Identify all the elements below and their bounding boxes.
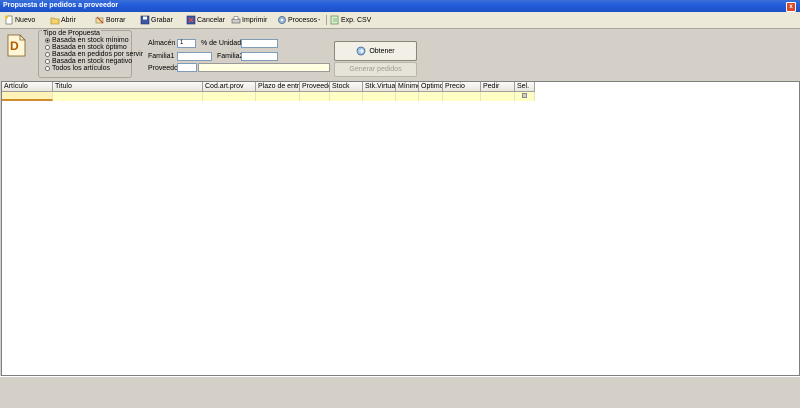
radio-button[interactable] [45, 59, 50, 64]
radio-label: Basada en stock mínimo [52, 37, 129, 44]
open-folder-icon [50, 15, 60, 25]
radio-pedidos-servir[interactable]: Basada en pedidos por servir [45, 51, 143, 58]
tipo-propuesta-legend: Tipo de Propuesta [42, 30, 101, 37]
col-header-plazo-entrega[interactable]: Plazo de entrega [256, 82, 300, 92]
sel-checkbox[interactable] [522, 93, 527, 98]
imprimir-button[interactable]: Imprimir [231, 14, 267, 26]
radio-stock-minimo[interactable]: Basada en stock mínimo [45, 37, 129, 44]
almacen-input[interactable]: 1 [177, 39, 196, 48]
familia2-input[interactable] [241, 52, 278, 61]
radio-button[interactable] [45, 52, 50, 57]
radio-label: Todos los artículos [52, 65, 110, 72]
cell-stock[interactable] [330, 92, 363, 101]
cell-pedir[interactable] [481, 92, 515, 101]
obtener-button[interactable]: Obtener [334, 41, 417, 61]
col-header-precio[interactable]: Precio [443, 82, 481, 92]
radio-label: Basada en stock negativo [52, 58, 133, 65]
nuevo-label: Nuevo [15, 16, 36, 24]
window-titlebar: Propuesta de pedidos a proveedor x [0, 0, 800, 12]
obtain-icon [356, 46, 366, 56]
cell-stk-virtual[interactable] [363, 92, 396, 101]
borrar-button[interactable]: Borrar [95, 14, 125, 26]
dash-label: - [318, 16, 321, 24]
export-csv-label: Exp. CSV [341, 16, 372, 24]
radio-stock-optimo[interactable]: Basada en stock óptimo [45, 44, 127, 51]
tipo-propuesta-group: Tipo de Propuesta Basada en stock mínimo… [38, 30, 143, 78]
export-csv-button[interactable]: Exp. CSV [330, 14, 371, 26]
process-gear-icon [277, 15, 287, 25]
col-header-proveedor[interactable]: Proveedor [300, 82, 330, 92]
almacen-label: Almacén [148, 40, 176, 47]
cell-optimo[interactable] [419, 92, 443, 101]
pedidos-grid[interactable]: Artículo Titulo Cod.art.prov Plazo de en… [1, 81, 800, 376]
generar-pedidos-button[interactable]: Generar pedidos [334, 62, 417, 77]
toolbar-separator [326, 15, 327, 25]
familia1-input[interactable] [177, 52, 212, 61]
export-csv-icon [330, 15, 340, 25]
col-header-sel[interactable]: Sel. [515, 82, 535, 92]
toolbar-dash: - [318, 14, 320, 26]
cell-titulo[interactable] [53, 92, 203, 101]
window-title: Propuesta de pedidos a proveedor [3, 2, 119, 9]
grabar-label: Grabar [151, 16, 173, 24]
table-row[interactable] [2, 92, 535, 101]
procesos-label: Procesos [288, 16, 318, 24]
cell-articulo[interactable] [2, 92, 53, 101]
svg-text:D: D [10, 39, 19, 53]
borrar-label: Borrar [106, 16, 126, 24]
col-header-articulo[interactable]: Artículo [2, 82, 53, 92]
radio-stock-negativo[interactable]: Basada en stock negativo [45, 58, 132, 65]
col-header-optimo[interactable]: Óptimo [419, 82, 443, 92]
delete-icon [95, 15, 105, 25]
generar-pedidos-label: Generar pedidos [349, 66, 402, 73]
close-window-button[interactable]: x [786, 2, 796, 12]
col-header-titulo[interactable]: Titulo [53, 82, 203, 92]
unidades-input[interactable] [241, 39, 278, 48]
familia2-label: Familia2 [217, 53, 244, 60]
abrir-button[interactable]: Abrir [50, 14, 76, 26]
grabar-button[interactable]: Grabar [140, 14, 173, 26]
proveedor-name-field [198, 63, 330, 72]
cell-proveedor[interactable] [300, 92, 330, 101]
cancel-icon [186, 15, 196, 25]
cell-plazo-entrega[interactable] [256, 92, 300, 101]
radio-label: Basada en pedidos por servir [52, 51, 144, 58]
grid-header: Artículo Titulo Cod.art.prov Plazo de en… [2, 82, 535, 92]
proveedor-code-input[interactable] [177, 63, 197, 72]
cell-precio[interactable] [443, 92, 481, 101]
obtener-label: Obtener [369, 47, 395, 55]
nuevo-button[interactable]: Nuevo [4, 14, 35, 26]
radio-todos-articulos[interactable]: Todos los artículos [45, 65, 110, 72]
new-document-icon [4, 15, 14, 25]
app-logo: D [7, 33, 26, 57]
radio-label: Basada en stock óptimo [52, 44, 127, 51]
col-header-stk-virtual[interactable]: Stk.Virtual [363, 82, 396, 92]
abrir-label: Abrir [61, 16, 76, 24]
col-header-cod-art-prov[interactable]: Cod.art.prov [203, 82, 256, 92]
radio-button[interactable] [45, 66, 50, 71]
familia1-label: Familia1 [148, 53, 175, 60]
imprimir-label: Imprimir [242, 16, 268, 24]
status-bar [0, 376, 800, 408]
cancelar-label: Cancelar [197, 16, 226, 24]
printer-icon [231, 15, 241, 25]
radio-button[interactable] [45, 45, 50, 50]
col-header-stock[interactable]: Stock [330, 82, 363, 92]
cell-minimo[interactable] [396, 92, 419, 101]
toolbar: Nuevo Abrir Borrar Grabar Cancelar Impri… [0, 12, 800, 29]
col-header-minimo[interactable]: Mínimo [396, 82, 419, 92]
radio-button[interactable] [45, 38, 50, 43]
cell-cod-art-prov[interactable] [203, 92, 256, 101]
cancelar-button[interactable]: Cancelar [186, 14, 225, 26]
cell-sel[interactable] [515, 92, 535, 101]
save-disk-icon [140, 15, 150, 25]
proveedor-label: Proveedor [148, 65, 181, 72]
col-header-pedir[interactable]: Pedir [481, 82, 515, 92]
procesos-button[interactable]: Procesos [277, 14, 317, 26]
